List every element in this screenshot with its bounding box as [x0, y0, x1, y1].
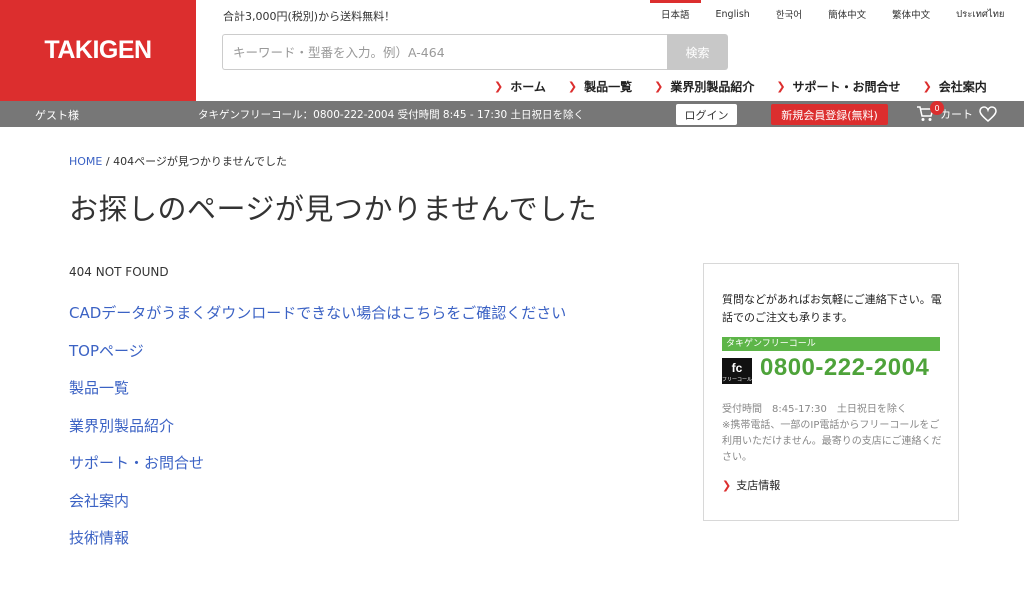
status-text: 404 NOT FOUND [69, 265, 169, 279]
contact-box: 質問などがあればお気軽にご連絡下さい。電話でのご注文も承ります。 タキゲンフリー… [703, 263, 959, 521]
language-switcher: 日本語 English 한국어 簡体中文 繁体中文 ประเทศไทย [648, 0, 1017, 28]
industry-link[interactable]: 業界別製品紹介 [69, 415, 566, 453]
breadcrumb-current: 404ページが見つかりませんでした [113, 155, 287, 168]
login-button[interactable]: ログイン [676, 104, 737, 125]
nav-label: 会社案内 [938, 79, 987, 94]
hours-text: 受付時間 8:45-17:30 土日祝日を除く ※携帯電話、一部のIP電話からフ… [722, 402, 944, 466]
lang-traditional-chinese[interactable]: 繁体中文 [879, 0, 943, 28]
freecall-info: タキゲンフリーコール：0800-222-2004 受付時間 8:45 - 17:… [198, 109, 585, 121]
page-title: お探しのページが見つかりませんでした [69, 192, 598, 226]
logo[interactable]: TAKIGEN [0, 0, 196, 101]
branch-label: 支店情報 [736, 479, 781, 492]
nav-label: サポート・お問合せ [792, 79, 901, 94]
freecall-label: タキゲンフリーコール [722, 337, 940, 351]
search-input[interactable] [222, 34, 667, 70]
lang-thai[interactable]: ประเทศไทย [943, 0, 1017, 28]
breadcrumb-separator: / [105, 155, 110, 168]
mobile-note: ※携帯電話、一部のIP電話からフリーコールをご利用いただけません。最寄りの支店に… [722, 420, 942, 463]
cart-label: カート [940, 108, 973, 121]
chevron-right-icon: ❯ [567, 79, 578, 93]
phone-number[interactable]: 0800-222-2004 [760, 354, 929, 382]
company-link[interactable]: 会社案内 [69, 490, 566, 528]
tech-info-link[interactable]: 技術情報 [69, 527, 566, 565]
breadcrumb-home[interactable]: HOME [69, 155, 102, 168]
cart-count-badge: 0 [930, 101, 944, 115]
freecall-logo-sub: フリーコール [722, 377, 753, 383]
heart-icon[interactable] [979, 106, 997, 122]
chevron-right-icon: ❯ [494, 79, 504, 93]
nav-label: 業界別製品紹介 [670, 79, 755, 94]
lang-simplified-chinese[interactable]: 簡体中文 [815, 0, 879, 28]
nav-industry[interactable]: ❯ 業界別製品紹介 [654, 78, 754, 95]
search-button[interactable]: 検索 [667, 34, 728, 70]
main-nav: ❯ ホーム ❯ 製品一覧 ❯ 業界別製品紹介 ❯ サポート・お問合せ ❯ 会社案… [494, 76, 987, 96]
register-button[interactable]: 新規会員登録(無料) [771, 104, 888, 125]
freecall-logo-text: fc [731, 361, 743, 375]
shipping-notice: 合計3,000円(税別)から送料無料！ [223, 10, 396, 23]
cart-link[interactable]: 0 カート [916, 101, 973, 123]
chevron-right-icon: ❯ [722, 478, 732, 492]
top-page-link[interactable]: TOPページ [69, 340, 566, 378]
nav-company[interactable]: ❯ 会社案内 [923, 78, 987, 95]
nav-home[interactable]: ❯ ホーム [494, 78, 546, 95]
support-link[interactable]: サポート・お問合せ [69, 452, 566, 490]
lang-english[interactable]: English [703, 0, 763, 28]
freecall-logo: fc フリーコール [722, 358, 752, 384]
products-link[interactable]: 製品一覧 [69, 377, 566, 415]
guest-label: ゲスト様 [35, 109, 79, 122]
nav-label: 製品一覧 [584, 79, 633, 94]
chevron-right-icon: ❯ [776, 79, 786, 93]
nav-support[interactable]: ❯ サポート・お問合せ [776, 78, 900, 95]
help-links: CADデータがうまくダウンロードできない場合はこちらをご確認ください TOPペー… [69, 302, 566, 565]
breadcrumb: HOME / 404ページが見つかりませんでした [69, 153, 287, 169]
cad-help-link[interactable]: CADデータがうまくダウンロードできない場合はこちらをご確認ください [69, 302, 566, 340]
cart-icon: 0 [916, 101, 944, 123]
nav-products[interactable]: ❯ 製品一覧 [568, 78, 632, 95]
contact-intro: 質問などがあればお気軽にご連絡下さい。電話でのご注文も承ります。 [722, 293, 942, 324]
branch-info-link[interactable]: ❯ 支店情報 [722, 477, 780, 493]
business-hours: 受付時間 8:45-17:30 土日祝日を除く [722, 404, 907, 415]
lang-japanese[interactable]: 日本語 [648, 0, 703, 28]
logo-text: TAKIGEN [44, 36, 152, 64]
nav-label: ホーム [510, 79, 546, 94]
lang-korean[interactable]: 한국어 [763, 0, 815, 28]
account-bar: ゲスト様 タキゲンフリーコール：0800-222-2004 受付時間 8:45 … [0, 101, 1024, 127]
chevron-right-icon: ❯ [922, 79, 932, 93]
chevron-right-icon: ❯ [654, 79, 664, 93]
search-bar: 検索 [222, 34, 728, 70]
